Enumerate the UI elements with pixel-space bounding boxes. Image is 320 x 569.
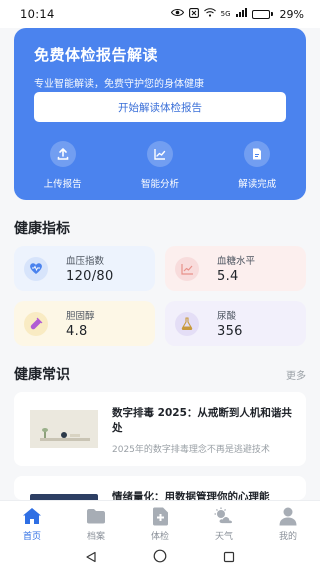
user-icon <box>277 506 299 526</box>
signal-icon <box>235 8 247 20</box>
tab-profile[interactable]: 我的 <box>256 501 320 546</box>
metric-label: 胆固醇 <box>66 311 95 322</box>
step-label: 智能分析 <box>140 179 179 190</box>
metric-card-uric-acid[interactable]: 尿酸 356 <box>165 301 306 346</box>
hero-title: 免费体检报告解读 <box>34 46 159 64</box>
nfc-icon <box>188 7 199 21</box>
status-time: 10:14 <box>20 7 55 21</box>
article-title: 数字排毒 2025：从戒断到人机和谐共处 <box>112 407 292 434</box>
battery-percent: 29% <box>279 7 304 21</box>
status-icons: 5G 29% <box>170 7 304 21</box>
status-bar: 10:14 5G 29% <box>0 0 320 28</box>
health-metrics-title: 健康指标 <box>14 221 70 237</box>
step-label: 上传报告 <box>43 179 82 190</box>
metric-value: 356 <box>217 324 243 339</box>
tab-archive[interactable]: 档案 <box>64 501 128 546</box>
test-tube-icon <box>24 311 48 336</box>
step-upload-report[interactable]: 上传报告 <box>14 141 111 190</box>
tab-label: 天气 <box>214 532 233 542</box>
wifi-icon <box>203 8 216 20</box>
chart-icon <box>146 141 173 167</box>
health-knowledge-title: 健康常识 <box>14 367 70 383</box>
tab-weather[interactable]: 天气 <box>192 501 256 546</box>
metric-card-blood-sugar[interactable]: 血糖水平 5.4 <box>165 246 306 291</box>
home-circle-icon[interactable] <box>153 548 167 567</box>
document-icon <box>244 141 271 167</box>
tab-home[interactable]: 首页 <box>0 501 64 546</box>
tab-checkup[interactable]: 体检 <box>128 501 192 546</box>
step-smart-analysis[interactable]: 智能分析 <box>111 141 208 190</box>
start-interpretation-button[interactable]: 开始解读体检报告 <box>34 92 286 122</box>
metric-label: 血糖水平 <box>217 256 256 267</box>
tab-label: 首页 <box>22 532 41 542</box>
more-link[interactable]: 更多 <box>286 367 306 382</box>
upload-icon <box>49 141 76 167</box>
signal-label: 5G <box>220 10 231 18</box>
recents-icon[interactable] <box>223 548 235 567</box>
battery-icon <box>251 9 273 19</box>
weather-icon <box>213 506 235 526</box>
metric-label: 血压指数 <box>66 256 105 267</box>
article-card[interactable]: 数字排毒 2025：从戒断到人机和谐共处 2025年的数字排毒理念不再是逃避技术 <box>14 392 306 466</box>
medical-add-icon <box>149 506 171 526</box>
bottom-tab-bar: 首页 档案 体检 天气 我的 <box>0 500 320 546</box>
process-steps: 上传报告 智能分析 解读完成 <box>14 141 306 190</box>
tab-label: 体检 <box>150 532 169 542</box>
metric-value: 120/80 <box>66 269 114 284</box>
hero-subtitle: 专业智能解读，免费守护您的身体健康 <box>34 79 204 90</box>
eye-icon <box>170 8 184 20</box>
metric-card-blood-pressure[interactable]: 血压指数 120/80 <box>14 246 155 291</box>
article-card[interactable]: 情绪量化：用数据管理你的心理能 <box>14 476 306 500</box>
article-desc: 2025年的数字排毒理念不再是逃避技术 <box>112 445 270 455</box>
trend-chart-icon <box>175 256 199 281</box>
heartbeat-icon <box>24 256 48 281</box>
tab-label: 我的 <box>278 532 297 542</box>
tab-label: 档案 <box>86 532 105 542</box>
folder-icon <box>85 506 107 526</box>
home-icon <box>21 506 43 526</box>
article-thumbnail <box>30 410 98 448</box>
report-interpretation-card: 免费体检报告解读 专业智能解读，免费守护您的身体健康 开始解读体检报告 上传报告… <box>14 28 306 200</box>
step-label: 解读完成 <box>238 179 277 190</box>
metric-value: 4.8 <box>66 324 88 339</box>
metric-label: 尿酸 <box>217 311 237 322</box>
system-navigation-bar <box>0 546 320 569</box>
flask-icon <box>175 311 199 336</box>
metric-card-cholesterol[interactable]: 胆固醇 4.8 <box>14 301 155 346</box>
article-title: 情绪量化：用数据管理你的心理能 <box>112 491 270 500</box>
metric-value: 5.4 <box>217 269 239 284</box>
step-interpretation-done[interactable]: 解读完成 <box>209 141 306 190</box>
back-icon[interactable] <box>85 548 97 567</box>
